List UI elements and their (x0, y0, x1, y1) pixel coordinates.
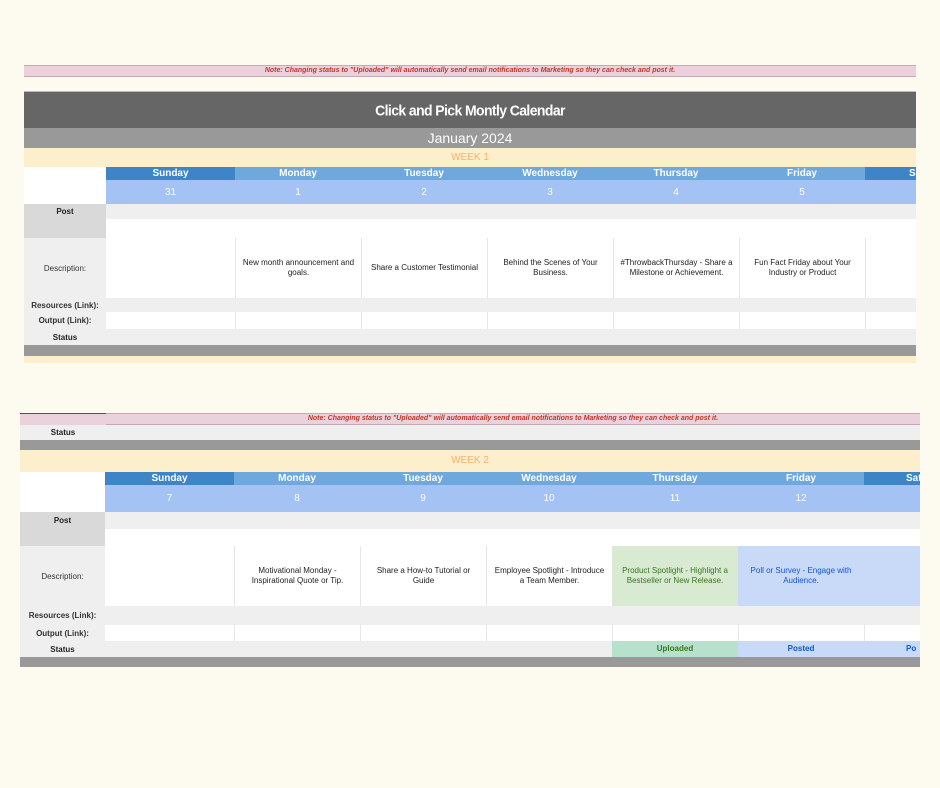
day-number: 8 (234, 485, 360, 512)
description-cell[interactable]: Fun Fact Friday about Your Industry or P… (739, 238, 865, 298)
day-name-wednesday: Wednesday (486, 472, 612, 485)
status-label: Status (50, 428, 76, 437)
corner-cell (24, 167, 106, 204)
day-number: 5 (739, 180, 865, 204)
description-row: Motivational Monday - Inspirational Quot… (105, 546, 920, 606)
divider-bar (24, 345, 916, 356)
post-row-spacer (106, 219, 916, 238)
description-cell[interactable] (106, 238, 235, 298)
output-cell[interactable] (487, 312, 613, 329)
output-cell[interactable] (360, 625, 486, 641)
description-cell-posted[interactable]: Poll or Survey - Engage with Audience. (738, 546, 864, 606)
status-posted-dropdown[interactable]: Po (864, 641, 920, 657)
description-cell[interactable]: Behind the Scenes of Your Business. (487, 238, 613, 298)
day-number: 9 (360, 485, 486, 512)
day-numbers-row: 7 8 9 10 11 12 (105, 485, 920, 512)
day-number: 12 (738, 485, 864, 512)
day-name-thursday: Thursday (612, 472, 738, 485)
day-name-sunday: Sunday (106, 167, 235, 180)
post-row[interactable] (105, 512, 920, 529)
description-cell[interactable]: Motivational Monday - Inspirational Quot… (234, 546, 360, 606)
post-label: Post (20, 512, 105, 546)
day-name-sunday: Sunday (105, 472, 234, 485)
day-numbers-row: 31 1 2 3 4 5 (106, 180, 916, 204)
day-number: 11 (612, 485, 738, 512)
week-footer (24, 356, 916, 363)
day-name-tuesday: Tuesday (361, 167, 487, 180)
month-title: January 2024 (24, 128, 916, 148)
divider-bar (20, 440, 920, 450)
description-cell[interactable] (105, 546, 234, 606)
day-name-saturday: Sat (864, 472, 920, 485)
week2-calendar-sheet: Note: Changing status to "Uploaded" will… (20, 413, 920, 667)
output-cell[interactable] (613, 312, 739, 329)
output-cell[interactable] (234, 625, 360, 641)
output-cell[interactable] (865, 312, 916, 329)
day-name-friday: Friday (739, 167, 865, 180)
description-cell[interactable]: #ThrowbackThursday - Share a Milestone o… (613, 238, 739, 298)
calendar-title: Click and Pick Montly Calendar (24, 91, 916, 130)
description-label: Description: (20, 546, 105, 606)
day-names-row: Sunday Monday Tuesday Wednesday Thursday… (20, 472, 920, 485)
week1-calendar-sheet: Note: Changing status to "Uploaded" will… (24, 65, 916, 363)
output-cell[interactable] (864, 625, 920, 641)
day-name-tuesday: Tuesday (360, 472, 486, 485)
week-label: WEEK 2 (20, 450, 920, 472)
status-label: Status (52, 332, 78, 342)
description-row: New month announcement and goals. Share … (106, 238, 916, 298)
day-number: 2 (361, 180, 487, 204)
description-label: Description: (24, 238, 106, 298)
status-note: Note: Changing status to "Uploaded" will… (106, 413, 920, 425)
description-cell[interactable] (864, 546, 920, 606)
day-name-saturday: Sa (865, 167, 916, 180)
post-label: Post (24, 204, 106, 238)
output-label: Output (Link): (24, 312, 106, 329)
corner-cell (20, 472, 105, 512)
output-cell[interactable] (106, 312, 235, 329)
day-names-row: Sunday Monday Tuesday Wednesday Thursday… (24, 167, 916, 180)
output-cell[interactable] (361, 312, 487, 329)
resources-row[interactable] (106, 298, 916, 312)
output-cell[interactable] (739, 312, 865, 329)
prev-status-row (20, 425, 920, 440)
status-row (24, 329, 916, 345)
resources-row[interactable] (105, 606, 920, 625)
day-name-wednesday: Wednesday (487, 167, 613, 180)
output-row (106, 312, 916, 329)
output-cell[interactable] (612, 625, 738, 641)
output-row (105, 625, 920, 641)
post-row-spacer (105, 529, 920, 546)
day-number: 31 (106, 180, 235, 204)
status-posted-dropdown[interactable]: Posted (738, 641, 864, 657)
status-cells: Uploaded Posted Po (105, 641, 920, 657)
resources-label: Resources (Link): (24, 298, 106, 312)
status-uploaded-dropdown[interactable]: Uploaded (612, 641, 738, 657)
description-cell[interactable] (865, 238, 916, 298)
day-number: 1 (235, 180, 361, 204)
output-cell[interactable] (235, 312, 361, 329)
resources-label: Resources (Link): (20, 606, 105, 625)
description-cell[interactable]: New month announcement and goals. (235, 238, 361, 298)
day-number: 3 (487, 180, 613, 204)
status-label: Status (50, 644, 75, 654)
output-cell[interactable] (105, 625, 234, 641)
description-cell-uploaded[interactable]: Product Spotlight - Highlight a Bestsell… (612, 546, 738, 606)
day-name-thursday: Thursday (613, 167, 739, 180)
divider-bar (20, 657, 920, 667)
post-row[interactable] (106, 204, 916, 219)
output-label: Output (Link): (20, 625, 105, 641)
day-number: 10 (486, 485, 612, 512)
day-name-monday: Monday (235, 167, 361, 180)
week-label: WEEK 1 (24, 148, 916, 167)
day-name-monday: Monday (234, 472, 360, 485)
output-cell[interactable] (738, 625, 864, 641)
day-name-friday: Friday (738, 472, 864, 485)
day-number: 7 (105, 485, 234, 512)
description-cell[interactable]: Employee Spotlight - Introduce a Team Me… (486, 546, 612, 606)
output-cell[interactable] (486, 625, 612, 641)
description-cell[interactable]: Share a Customer Testimonial (361, 238, 487, 298)
day-number: 4 (613, 180, 739, 204)
status-note: Note: Changing status to "Uploaded" will… (24, 65, 916, 77)
description-cell[interactable]: Share a How-to Tutorial or Guide (360, 546, 486, 606)
